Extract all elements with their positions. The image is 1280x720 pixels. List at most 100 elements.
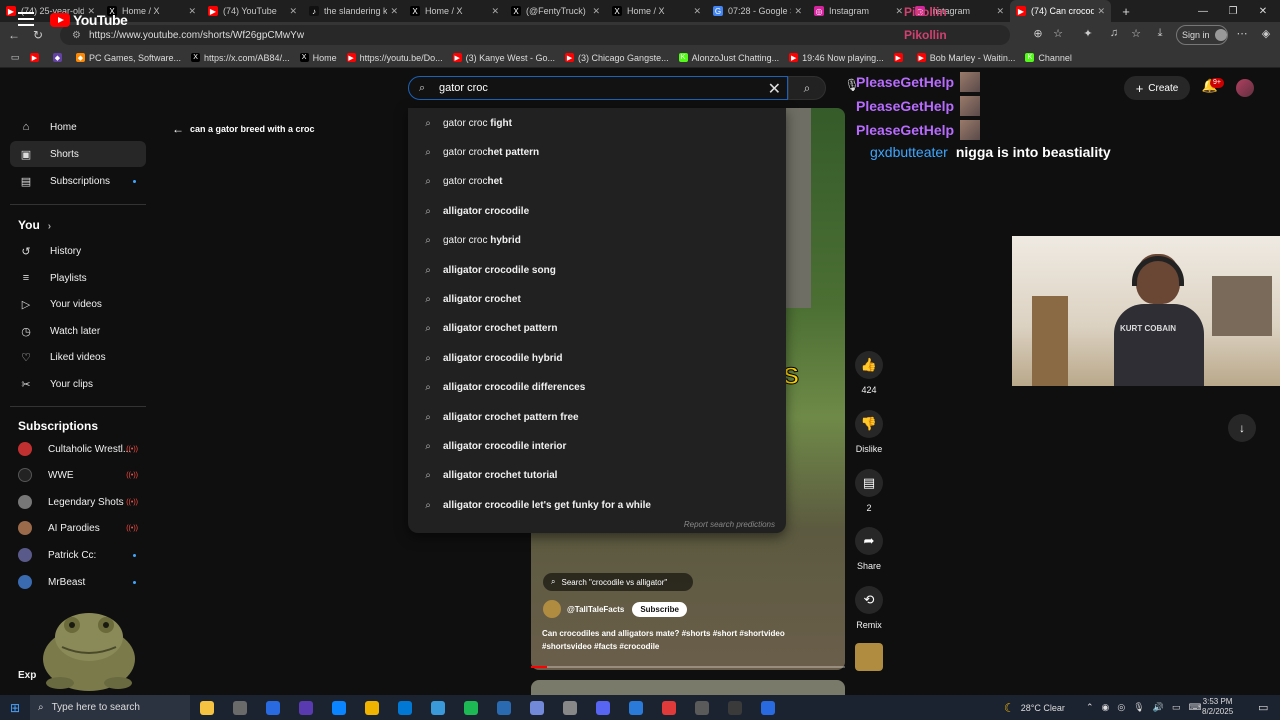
shorts-query-back[interactable]: ← can a gator breed with a croc [172,122,315,136]
search-suggestion[interactable]: ⌕ gator croc fight [408,109,786,137]
taskbar-app-icon[interactable] [520,695,553,720]
taskbar-app-icon[interactable] [718,695,751,720]
taskbar-app-icon[interactable] [586,695,619,720]
sidebar-subscription[interactable]: WWE ((•)) [10,462,146,488]
reload-icon[interactable]: ↻ [26,28,50,42]
sidebar-you-heading[interactable]: You › [18,218,51,232]
media-icon[interactable]: ♫ [1106,27,1122,43]
search-suggestion[interactable]: ⌕ alligator crochet pattern [408,315,786,343]
tray-app-icon[interactable]: ◉ [1102,702,1110,713]
bookmark-item[interactable]: ▶ [893,53,907,62]
close-tab-icon[interactable]: ✕ [794,6,802,17]
taskbar-app-icon[interactable] [355,695,388,720]
taskbar-app-icon[interactable] [289,695,322,720]
share-button[interactable]: ➦ Share [850,527,888,571]
keyboard-icon[interactable]: ⌨ [1188,702,1201,713]
back-nav-icon[interactable]: ← [2,28,26,42]
close-tab-icon[interactable]: ✕ [592,6,600,17]
subscribe-button[interactable]: Subscribe [632,601,687,617]
close-tab-icon[interactable]: ✕ [1097,6,1105,17]
bookmark-item[interactable]: ▶ Bob Marley - Waitin... [916,53,1015,63]
bookmark-item[interactable]: ▶ 19:46 Now playing... [789,53,884,63]
taskbar-app-icon[interactable] [322,695,355,720]
bookmark-item[interactable]: K Channel [1025,53,1072,63]
taskbar-app-icon[interactable] [454,695,487,720]
taskbar-app-icon[interactable] [223,695,256,720]
sidebar-item-home[interactable]: ⌂ Home [10,114,146,140]
bookmark-item[interactable]: ▶ (3) Kanye West - Go... [452,53,555,63]
close-tab-icon[interactable]: ✕ [390,6,398,17]
taskbar-app-icon[interactable] [652,695,685,720]
address-bar[interactable]: ⚙ https://www.youtube.com/shorts/Wf26gpC… [60,25,1010,45]
taskbar-app-icon[interactable] [685,695,718,720]
search-suggestion[interactable]: ⌕ gator croc hybrid [408,227,786,255]
search-button[interactable]: ⌕ [788,76,826,100]
browser-tab[interactable]: ♪ the slandering ki ✕ [303,0,404,22]
taskbar-search[interactable]: ⌕ Type here to search [30,695,190,720]
sidebar-item-shorts[interactable]: ▣ Shorts [10,141,146,167]
browser-tab[interactable]: ▶ (74) YouTube ✕ [202,0,303,22]
browser-tab[interactable]: X Home / X ✕ [606,0,707,22]
restore-window-icon[interactable]: ❐ [1218,0,1248,22]
close-window-icon[interactable]: ✕ [1248,0,1278,22]
sidebar-item-watch-later[interactable]: ◷ Watch later [10,318,146,344]
search-suggestion[interactable]: ⌕ alligator crocodile let's get funky for… [408,491,786,519]
tray-chevron-icon[interactable]: ⌃ [1086,702,1094,713]
minimize-window-icon[interactable]: — [1188,0,1218,22]
bookmark-item[interactable]: X Home [299,53,337,63]
report-predictions-link[interactable]: Report search predictions [684,520,775,529]
hamburger-menu-icon[interactable] [18,12,34,26]
sidebar-subscription[interactable]: Legendary Shots ((•)) [10,489,146,515]
browser-tab[interactable]: X Home / X ✕ [404,0,505,22]
volume-icon[interactable]: 🔊 [1153,702,1164,713]
sidebar-item-your-clips[interactable]: ✂ Your clips [10,371,146,397]
search-box[interactable]: ⌕ ✕ [408,76,788,100]
video-progress-bar[interactable] [531,666,845,668]
new-tab-button[interactable]: + [1111,4,1141,19]
next-short-button[interactable]: ↓ [1228,414,1256,442]
clear-search-icon[interactable]: ✕ [768,79,781,99]
bookmark-item[interactable]: Xhttps://x.com/AB84/... [191,53,290,63]
search-suggestion[interactable]: ⌕ alligator crocodile [408,197,786,225]
install-app-icon[interactable]: ⊕ [1030,27,1046,43]
network-icon[interactable]: ▭ [1172,702,1181,713]
bookmark-item[interactable]: ▶ (3) Chicago Gangste... [565,53,669,63]
bookmark-item[interactable]: ▶ https://youtu.be/Do... [346,53,443,63]
search-suggestion[interactable]: ⌕ alligator crocodile hybrid [408,344,786,372]
search-input[interactable] [439,82,759,94]
sidebar-subscription[interactable]: Patrick Cc: [10,542,146,568]
tray-app-icon[interactable]: ◎ [1117,702,1125,713]
site-info-icon[interactable]: ⚙ [72,30,81,41]
search-suggestion[interactable]: ⌕ alligator crocodile interior [408,432,786,460]
browser-tab[interactable]: G 07:28 - Google S ✕ [707,0,808,22]
downloads-icon[interactable]: ⤓ [1152,27,1168,43]
browser-tab-active[interactable]: ▶ (74) Can crocodi ✕ [1010,0,1111,22]
bookmark-item[interactable]: ▶ [30,53,43,62]
taskbar-clock[interactable]: 3:53 PM 8/2/2025 [1202,697,1233,717]
sidebar-subscription[interactable]: AI Parodies ((•)) [10,515,146,541]
sound-thumbnail[interactable] [855,643,883,671]
taskbar-app-icon[interactable] [619,695,652,720]
search-suggestion[interactable]: ⌕ gator croc het pattern [408,138,786,166]
close-tab-icon[interactable]: ✕ [188,6,196,17]
search-suggestion[interactable]: ⌕ alligator crochet tutorial [408,462,786,490]
close-tab-icon[interactable]: ✕ [996,6,1004,17]
bookmarks-apps-icon[interactable]: ▭ [0,52,30,63]
youtube-logo[interactable]: YouTube [50,12,128,28]
bookmark-item[interactable]: K AlonzoJust Chatting... [678,53,779,63]
close-tab-icon[interactable]: ✕ [491,6,499,17]
taskbar-app-icon[interactable] [553,695,586,720]
bookmark-item[interactable]: ◆ [53,53,66,62]
close-tab-icon[interactable]: ✕ [693,6,701,17]
extensions-icon[interactable]: ✦ [1080,27,1096,43]
sign-in-button[interactable]: Sign in [1176,25,1228,45]
weather-widget[interactable]: ☾ 28°C Clear [1004,695,1065,720]
channel-avatar[interactable] [543,600,561,618]
sidebar-item-your-videos[interactable]: ▷ Your videos [10,291,146,317]
notification-center-icon[interactable]: ▭ [1258,701,1268,714]
comments-button[interactable]: ▤ 2 [850,469,888,513]
channel-name[interactable]: @TallTaleFacts [567,605,624,614]
search-suggestion[interactable]: ⌕ alligator crocodile song [408,256,786,284]
related-search-chip[interactable]: ⌕ Search "crocodile vs alligator" [543,573,693,591]
bookmark-item[interactable]: ◆ PC Games, Software... [76,53,181,63]
